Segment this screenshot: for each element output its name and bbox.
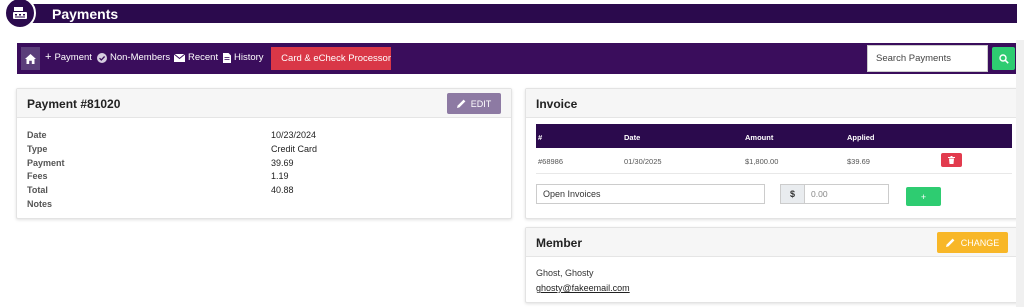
amount-input[interactable] — [805, 184, 889, 204]
date-label: Date — [27, 130, 47, 140]
card-echeck-processor-button[interactable]: Card & eCheck Processor — [271, 47, 391, 70]
payment-card-header: Payment #81020 EDIT — [17, 89, 511, 118]
fees-label: Fees — [27, 171, 48, 181]
total-label: Total — [27, 185, 48, 195]
add-invoice-button[interactable]: + — [906, 187, 941, 206]
recent-button[interactable]: Recent — [174, 52, 218, 63]
column-header-number: # — [538, 133, 543, 142]
date-value: 10/23/2024 — [271, 130, 317, 140]
open-invoices-select[interactable]: Open Invoices — [536, 184, 765, 204]
member-card-header: Member CHANGE — [526, 228, 1020, 257]
document-icon — [223, 52, 231, 63]
search-icon — [998, 53, 1009, 64]
app-header: Payments — [0, 0, 1024, 30]
member-card: Member CHANGE Ghost, Ghosty ghosty@fakee… — [525, 227, 1021, 303]
payment-label: Payment — [54, 52, 92, 63]
trash-icon — [948, 156, 955, 164]
invoice-card-header: Invoice — [526, 89, 1020, 118]
history-label: History — [234, 52, 264, 63]
page-title: Payments — [52, 6, 119, 22]
total-value: 40.88 — [271, 185, 294, 195]
column-header-applied: Applied — [847, 133, 875, 142]
pencil-icon — [456, 99, 466, 108]
payment-label: Payment — [27, 158, 65, 168]
edit-label: EDIT — [470, 98, 492, 109]
invoice-table-header: # Date Amount Applied — [536, 124, 1012, 148]
toolbar: + Payment Non-Members Recent History Car… — [17, 43, 1017, 74]
home-icon — [25, 53, 36, 64]
history-button[interactable]: History — [223, 52, 264, 63]
plus-icon: + — [45, 51, 52, 63]
invoice-applied: $39.69 — [847, 157, 870, 166]
envelope-icon — [174, 53, 185, 62]
search-input[interactable] — [867, 45, 988, 72]
home-button[interactable] — [21, 47, 40, 70]
type-label: Type — [27, 144, 48, 154]
notes-label: Notes — [27, 199, 53, 209]
header-bar — [18, 4, 1017, 23]
currency-addon: $ — [780, 184, 805, 204]
cash-register-icon — [4, 0, 36, 29]
member-email-link[interactable]: ghosty@fakeemail.com — [536, 283, 630, 293]
column-header-amount: Amount — [745, 133, 774, 142]
invoice-number-link[interactable]: #68986 — [538, 157, 563, 166]
recent-label: Recent — [188, 52, 219, 63]
payment-button[interactable]: + Payment — [45, 51, 92, 64]
member-title: Member — [536, 236, 583, 250]
row-divider — [536, 173, 1012, 174]
column-header-date: Date — [624, 133, 641, 142]
non-members-label: Non-Members — [110, 52, 171, 63]
pencil-icon — [945, 238, 955, 247]
edit-button[interactable]: EDIT — [447, 93, 501, 114]
search-button[interactable] — [992, 47, 1015, 70]
invoice-card: Invoice # Date Amount Applied #68986 01/… — [525, 88, 1021, 219]
fees-value: 1.19 — [271, 171, 289, 181]
scrollbar-track[interactable] — [1016, 40, 1024, 307]
invoice-amount: $1,800.00 — [745, 157, 779, 166]
payment-card: Payment #81020 EDIT Date 10/23/2024 Type… — [16, 88, 512, 219]
invoice-date: 01/30/2025 — [624, 157, 662, 166]
delete-button[interactable] — [941, 153, 962, 167]
check-circle-icon — [97, 52, 107, 63]
change-label: CHANGE — [960, 237, 1000, 248]
payment-title: Payment #81020 — [27, 97, 121, 111]
type-value: Credit Card — [271, 144, 318, 154]
invoice-title: Invoice — [536, 97, 578, 111]
processor-label: Card & eCheck Processor — [281, 53, 391, 64]
member-name: Ghost, Ghosty — [536, 268, 594, 278]
payment-value: 39.69 — [271, 158, 294, 168]
non-members-button[interactable]: Non-Members — [97, 52, 170, 63]
change-button[interactable]: CHANGE — [937, 232, 1008, 253]
